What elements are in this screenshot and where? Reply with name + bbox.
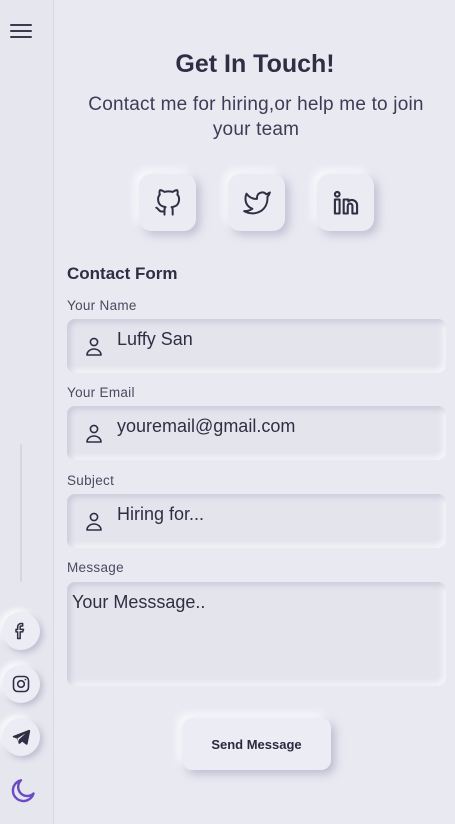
message-label: Message bbox=[67, 560, 124, 575]
subject-label: Subject bbox=[67, 473, 115, 488]
main-content: Get In Touch! Contact me for hiring,or h… bbox=[55, 0, 455, 824]
menu-icon[interactable] bbox=[10, 24, 32, 42]
page-title: Get In Touch! bbox=[175, 50, 335, 78]
name-field[interactable]: Luffy San bbox=[67, 319, 446, 373]
facebook-icon bbox=[15, 622, 25, 640]
page-subtitle: Contact me for hiring,or help me to join… bbox=[88, 94, 424, 140]
telegram-link[interactable] bbox=[2, 718, 40, 756]
facebook-link[interactable] bbox=[2, 612, 40, 650]
subject-field[interactable]: Hiring for... bbox=[67, 494, 446, 548]
twitter-button[interactable] bbox=[228, 174, 285, 231]
github-button[interactable] bbox=[139, 174, 196, 231]
email-label: Your Email bbox=[67, 385, 135, 400]
telegram-icon bbox=[12, 729, 31, 745]
instagram-icon bbox=[12, 675, 30, 693]
subject-input-value: Hiring for... bbox=[117, 504, 205, 524]
moon-icon bbox=[11, 779, 35, 803]
message-textarea[interactable]: Your Messsage.. bbox=[67, 582, 446, 686]
email-input-value: youremail@gmail.com bbox=[117, 416, 296, 436]
person-icon bbox=[86, 337, 102, 356]
sidebar bbox=[0, 0, 54, 824]
send-message-button[interactable]: Send Message bbox=[182, 718, 331, 770]
name-input-value: Luffy San bbox=[117, 329, 193, 349]
github-icon bbox=[154, 188, 180, 216]
email-field[interactable]: youremail@gmail.com bbox=[67, 406, 446, 460]
person-icon bbox=[86, 512, 102, 531]
twitter-icon bbox=[242, 191, 271, 214]
theme-toggle[interactable] bbox=[9, 775, 39, 805]
linkedin-icon bbox=[333, 190, 358, 215]
name-label: Your Name bbox=[67, 298, 137, 313]
message-input-value: Your Messsage.. bbox=[72, 592, 206, 612]
person-icon bbox=[86, 424, 102, 443]
sidebar-divider bbox=[20, 444, 22, 582]
linkedin-button[interactable] bbox=[317, 174, 374, 231]
instagram-link[interactable] bbox=[2, 665, 40, 703]
form-title: Contact Form bbox=[67, 264, 178, 283]
